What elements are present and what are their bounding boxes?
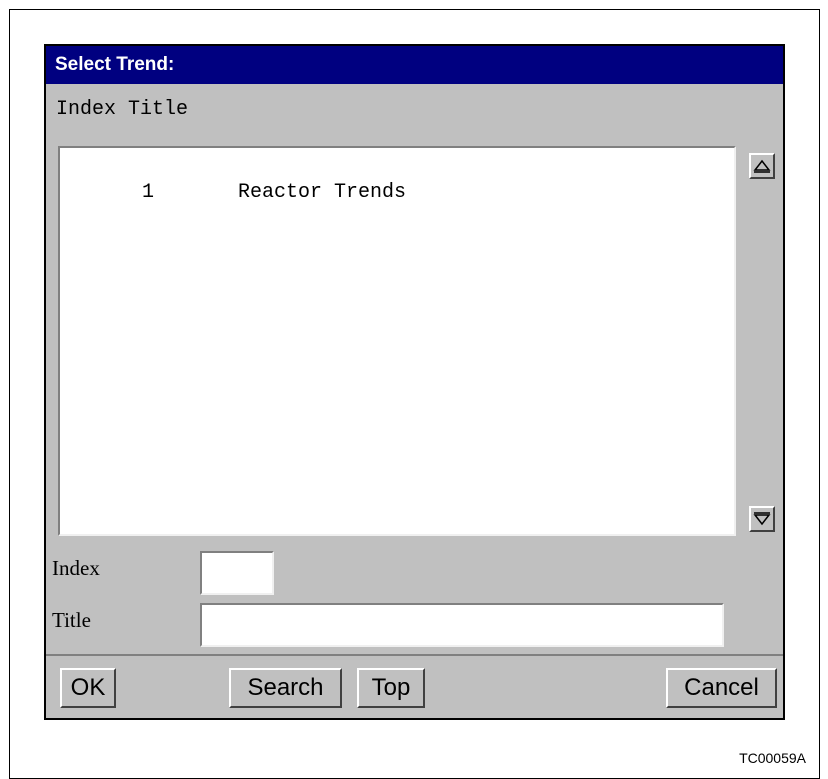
dialog-title: Select Trend: <box>46 46 783 84</box>
figure-caption: TC00059A <box>739 750 806 766</box>
button-bar: OK Search Top Cancel <box>46 654 783 720</box>
select-trend-dialog: Select Trend: Index Title 1 Reactor Trend… <box>44 44 785 720</box>
title-label: Title <box>52 608 91 632</box>
scroll-down-button[interactable] <box>749 506 775 532</box>
list-item-title: Reactor Trends <box>238 181 407 204</box>
triangle-up-icon <box>753 159 771 173</box>
triangle-down-icon <box>753 512 771 526</box>
trend-list[interactable]: 1 Reactor Trends <box>58 146 736 536</box>
list-item-index: 1 <box>142 181 155 204</box>
column-headers: Index Title <box>56 98 189 121</box>
scroll-up-button[interactable] <box>749 153 775 179</box>
index-label: Index <box>52 556 100 580</box>
ok-button[interactable]: OK <box>60 668 116 708</box>
title-input[interactable] <box>200 603 724 647</box>
index-input[interactable] <box>200 551 274 595</box>
top-button[interactable]: Top <box>357 668 425 708</box>
list-item[interactable]: 1 Reactor Trends <box>70 158 406 227</box>
cancel-button[interactable]: Cancel <box>666 668 777 708</box>
search-button[interactable]: Search <box>229 668 342 708</box>
